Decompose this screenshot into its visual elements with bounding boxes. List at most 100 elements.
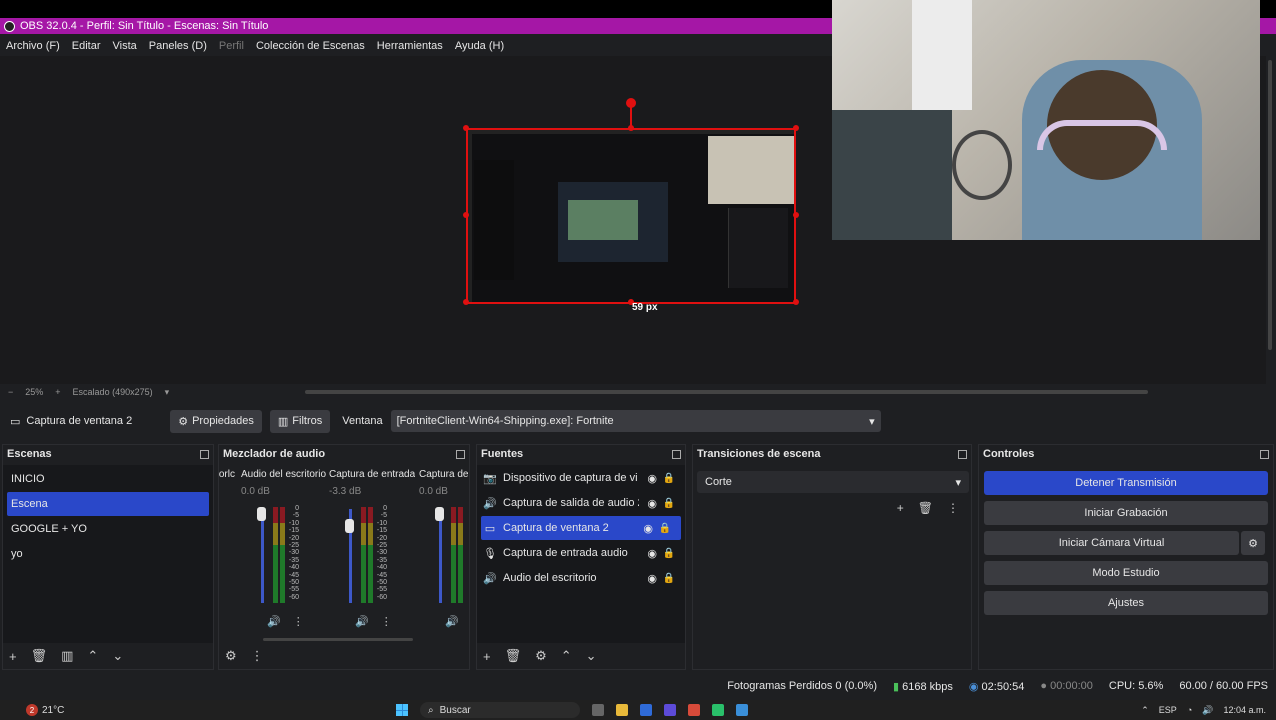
gear-icon[interactable]: ⚙ xyxy=(1241,531,1265,555)
resize-handle-r[interactable] xyxy=(793,212,799,218)
whatsapp-icon[interactable] xyxy=(712,704,724,716)
control-button[interactable]: Modo Estudio xyxy=(984,561,1268,585)
remove-source-button[interactable]: 🗑 xyxy=(505,648,522,664)
mute-button[interactable]: 🔊 xyxy=(267,615,281,628)
scene-item[interactable]: Escena xyxy=(7,492,209,516)
lang-indicator[interactable]: ESP xyxy=(1159,705,1177,715)
source-item[interactable]: ▭ Captura de ventana 2 ◉ 🔒 xyxy=(481,516,681,540)
store-icon[interactable] xyxy=(736,704,748,716)
zoom-out-button[interactable]: − xyxy=(8,387,13,397)
lock-icon[interactable]: 🔒 xyxy=(663,498,675,509)
eye-icon[interactable]: ◉ xyxy=(643,522,653,535)
volume-fader[interactable] xyxy=(261,509,264,603)
scene-item[interactable]: INICIO xyxy=(3,467,213,491)
float-dock-icon[interactable] xyxy=(200,449,209,459)
resize-handle-l[interactable] xyxy=(463,212,469,218)
scale-dropdown-icon[interactable]: ▾ xyxy=(165,387,170,398)
fader-knob[interactable] xyxy=(257,507,266,521)
control-button[interactable]: Detener Transmisión xyxy=(984,471,1268,495)
preview-vertical-scrollbar[interactable] xyxy=(1268,60,1272,350)
move-down-button[interactable]: ⌄ xyxy=(112,648,123,664)
wifi-icon[interactable]: ◔ xyxy=(1187,705,1192,715)
lock-icon[interactable]: 🔒 xyxy=(663,548,675,559)
fader-knob[interactable] xyxy=(435,507,444,521)
browser-icon[interactable] xyxy=(688,704,700,716)
source-properties-button[interactable]: ⚙ xyxy=(535,648,547,664)
weather-widget[interactable]: 2 21°C xyxy=(26,704,64,716)
db-scale-tick: -60 xyxy=(376,593,387,601)
transition-menu-button[interactable]: ⋮ xyxy=(947,501,959,515)
menu-item[interactable]: Ayuda (H) xyxy=(455,40,504,52)
add-transition-button[interactable]: + xyxy=(897,501,904,515)
volume-fader[interactable] xyxy=(439,509,442,603)
mute-button[interactable]: 🔊 xyxy=(445,615,459,628)
source-item[interactable]: 📷 Dispositivo de captura de vi ◉ 🔒 xyxy=(477,466,685,490)
float-dock-icon[interactable] xyxy=(1260,449,1269,459)
webcam-preview[interactable] xyxy=(832,0,1260,240)
mixer-menu-button[interactable]: ⋮ xyxy=(251,648,264,664)
lock-icon[interactable]: 🔒 xyxy=(663,473,675,484)
chevron-up-icon[interactable]: ⌃ xyxy=(1141,705,1149,716)
float-dock-icon[interactable] xyxy=(958,449,967,459)
control-button[interactable]: Iniciar Grabación xyxy=(984,501,1268,525)
window-select[interactable]: [FortniteClient-Win64-Shipping.exe]: For… xyxy=(390,410,881,432)
volume-icon[interactable]: 🔊 xyxy=(1202,705,1213,716)
selected-source-preview[interactable] xyxy=(466,128,796,304)
resize-handle-tl[interactable] xyxy=(463,125,469,131)
menu-item[interactable]: Vista xyxy=(113,40,137,52)
clock[interactable]: 12:04 a.m. xyxy=(1223,705,1266,715)
scene-item[interactable]: GOOGLE + YO xyxy=(3,517,213,541)
control-button[interactable]: Ajustes xyxy=(984,591,1268,615)
properties-label: Propiedades xyxy=(192,415,254,427)
eye-icon[interactable]: ◉ xyxy=(647,472,657,485)
menu-item[interactable]: Herramientas xyxy=(377,40,443,52)
advanced-audio-button[interactable]: ⚙ xyxy=(225,648,237,664)
resize-handle-br[interactable] xyxy=(793,299,799,305)
resize-handle-t[interactable] xyxy=(628,125,634,131)
mixer-scrollbar[interactable] xyxy=(263,638,413,641)
properties-button[interactable]: ⚙ Propiedades xyxy=(170,409,262,433)
preview-horizontal-scrollbar[interactable] xyxy=(305,390,1148,394)
remove-transition-button[interactable]: 🗑 xyxy=(918,501,933,515)
db-scale-tick: -20 xyxy=(376,534,387,542)
control-button[interactable]: Iniciar Cámara Virtual ⚙ xyxy=(984,531,1265,555)
resize-handle-bl[interactable] xyxy=(463,299,469,305)
source-item[interactable]: 🔊 Captura de salida de audio 2 ◉ 🔒 xyxy=(477,491,685,515)
menu-item[interactable]: Archivo (F) xyxy=(6,40,60,52)
zoom-in-button[interactable]: + xyxy=(55,387,60,397)
mail-icon[interactable] xyxy=(640,704,652,716)
transition-select[interactable]: Corte ▾ xyxy=(697,471,969,493)
eye-icon[interactable]: ◉ xyxy=(647,547,657,560)
menu-item[interactable]: Colección de Escenas xyxy=(256,40,365,52)
scene-filters-button[interactable]: ▥ xyxy=(61,648,73,664)
lock-icon[interactable]: 🔒 xyxy=(659,523,671,534)
menu-item[interactable]: Editar xyxy=(72,40,101,52)
remove-scene-button[interactable]: 🗑 xyxy=(31,648,48,664)
task-view-icon[interactable] xyxy=(592,704,604,716)
channel-menu-button[interactable]: ⋮ xyxy=(381,615,392,628)
channel-menu-button[interactable]: ⋮ xyxy=(293,615,304,628)
taskbar-search[interactable]: ⌕ Buscar xyxy=(420,702,580,718)
float-dock-icon[interactable] xyxy=(456,449,465,459)
move-down-button[interactable]: ⌄ xyxy=(586,648,597,664)
move-up-button[interactable]: ⌃ xyxy=(87,648,98,664)
fader-knob[interactable] xyxy=(345,519,354,533)
float-dock-icon[interactable] xyxy=(672,449,681,459)
scene-item[interactable]: yo xyxy=(3,542,213,566)
windows-start-icon[interactable] xyxy=(396,704,408,716)
menu-item[interactable]: Paneles (D) xyxy=(149,40,207,52)
source-item[interactable]: 🎙 Captura de entrada audio ◉ 🔒 xyxy=(477,541,685,565)
eye-icon[interactable]: ◉ xyxy=(647,572,657,585)
source-item[interactable]: 🔊 Audio del escritorio ◉ 🔒 xyxy=(477,566,685,590)
eye-icon[interactable]: ◉ xyxy=(647,497,657,510)
add-scene-button[interactable]: + xyxy=(9,649,17,664)
move-up-button[interactable]: ⌃ xyxy=(561,648,572,664)
obs-taskbar-icon[interactable] xyxy=(664,704,676,716)
resize-handle-tr[interactable] xyxy=(793,125,799,131)
filters-button[interactable]: ▥ Filtros xyxy=(269,409,331,433)
add-source-button[interactable]: + xyxy=(483,649,491,664)
lock-icon[interactable]: 🔒 xyxy=(663,573,675,584)
mute-button[interactable]: 🔊 xyxy=(355,615,369,628)
file-explorer-icon[interactable] xyxy=(616,704,628,716)
menu-item[interactable]: Perfil xyxy=(219,40,244,52)
